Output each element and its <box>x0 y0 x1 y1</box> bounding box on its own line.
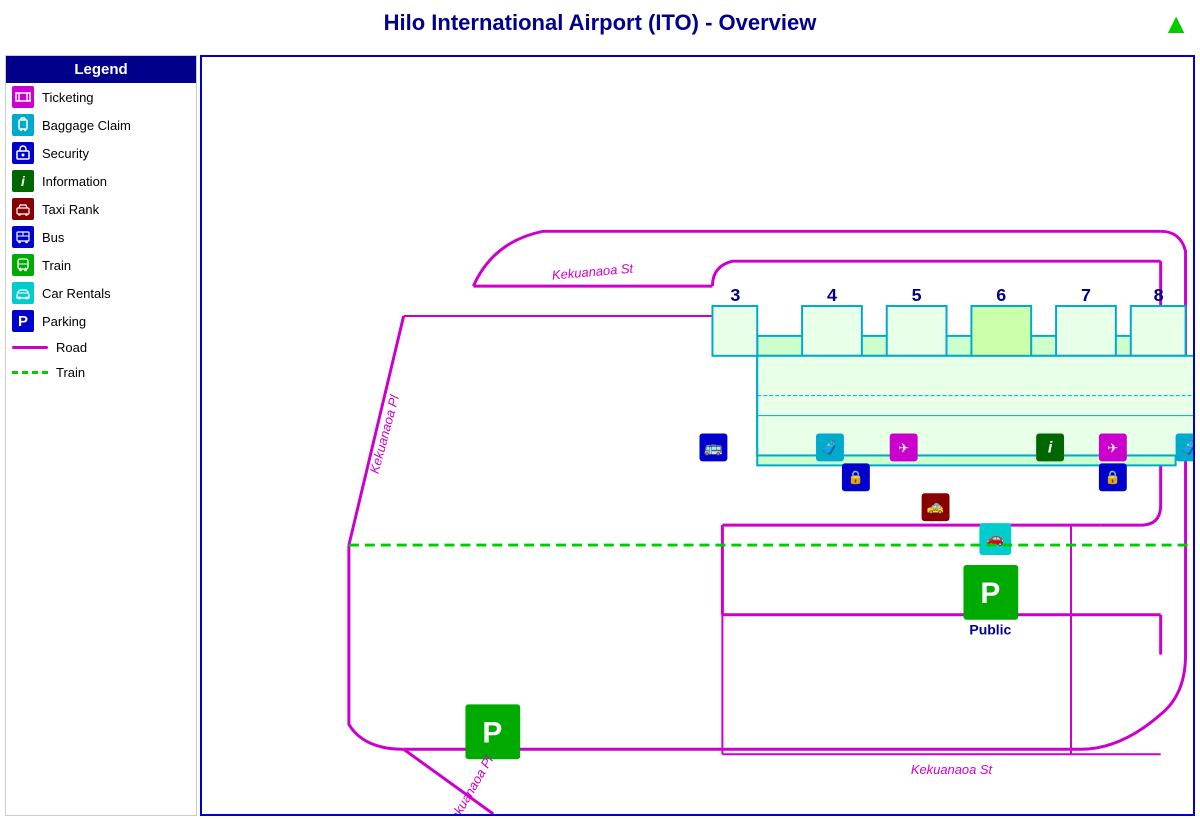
train-line-symbol <box>12 371 48 374</box>
legend-item-train: Train <box>6 251 196 279</box>
legend-item-ticketing: Ticketing <box>6 83 196 111</box>
security-icon <box>12 142 34 164</box>
svg-text:4: 4 <box>827 285 837 305</box>
road-label: Road <box>56 340 87 355</box>
legend-item-train-line: Train <box>6 360 196 385</box>
svg-text:🚌: 🚌 <box>704 439 723 456</box>
page-title: Hilo International Airport (ITO) - Overv… <box>0 0 1200 42</box>
train-icon <box>12 254 34 276</box>
car-rentals-icon <box>12 282 34 304</box>
legend-item-bus: Bus <box>6 223 196 251</box>
svg-text:Public: Public <box>969 622 1011 638</box>
north-arrow-icon: ▲ <box>1162 8 1190 40</box>
ticketing-icon <box>12 86 34 108</box>
svg-text:8: 8 <box>1154 285 1164 305</box>
parking-label: Parking <box>42 314 86 329</box>
baggage-label: Baggage Claim <box>42 118 131 133</box>
svg-text:Kekuanaoa St: Kekuanaoa St <box>911 762 994 777</box>
svg-text:P: P <box>482 716 502 749</box>
parking-icon: P <box>12 310 34 332</box>
legend-item-road: Road <box>6 335 196 360</box>
bus-icon <box>12 226 34 248</box>
information-icon: i <box>12 170 34 192</box>
car-rentals-label: Car Rentals <box>42 286 111 301</box>
svg-text:6: 6 <box>996 285 1006 305</box>
svg-text:✈: ✈ <box>898 440 909 455</box>
train-line-label: Train <box>56 365 85 380</box>
security-label: Security <box>42 146 89 161</box>
svg-text:5: 5 <box>912 285 922 305</box>
bus-label: Bus <box>42 230 64 245</box>
legend-item-baggage: Baggage Claim <box>6 111 196 139</box>
svg-text:P: P <box>980 577 1000 610</box>
legend-item-taxi: Taxi Rank <box>6 195 196 223</box>
map-area: 3 4 5 6 7 8 9 🚌 🧳 🔒 ✈ i ✈ <box>200 55 1195 816</box>
svg-text:🧳: 🧳 <box>1181 439 1193 456</box>
svg-text:🧳: 🧳 <box>821 439 838 456</box>
legend-item-security: Security <box>6 139 196 167</box>
svg-text:i: i <box>1048 439 1053 456</box>
baggage-icon <box>12 114 34 136</box>
svg-text:🔒: 🔒 <box>1105 469 1121 484</box>
svg-text:🔒: 🔒 <box>848 469 864 484</box>
legend-item-parking: P Parking <box>6 307 196 335</box>
legend-item-information: i Information <box>6 167 196 195</box>
legend-title: Legend <box>6 56 196 83</box>
road-line-symbol <box>12 346 48 349</box>
information-label: Information <box>42 174 107 189</box>
taxi-label: Taxi Rank <box>42 202 99 217</box>
train-label: Train <box>42 258 71 273</box>
legend-panel: Legend Ticketing Baggage Claim Security … <box>5 55 197 816</box>
svg-text:3: 3 <box>730 285 740 305</box>
svg-text:✈: ✈ <box>1107 440 1118 455</box>
taxi-icon <box>12 198 34 220</box>
svg-text:7: 7 <box>1081 285 1091 305</box>
svg-text:🚕: 🚕 <box>927 498 944 515</box>
legend-item-car-rentals: Car Rentals <box>6 279 196 307</box>
ticketing-label: Ticketing <box>42 90 94 105</box>
